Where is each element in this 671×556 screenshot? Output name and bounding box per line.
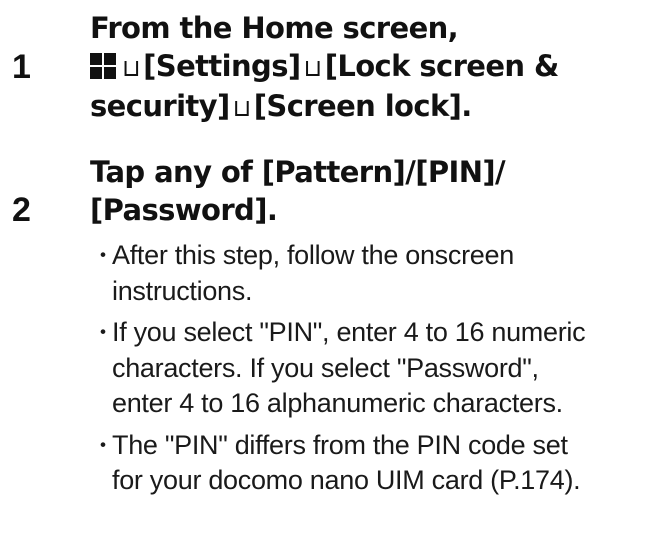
note-line: If you select "PIN", enter 4 to 16 numer… bbox=[112, 317, 586, 347]
menu-arrow-icon: ⊔ bbox=[122, 54, 141, 82]
note-line: The "PIN" differs from the PIN code set bbox=[112, 429, 568, 460]
menu-item-screen-lock: [Screen lock]. bbox=[253, 89, 473, 123]
instruction-line: [Password]. bbox=[90, 193, 278, 227]
instruction-line: ⊔ [Settings] ⊔ [Lock screen & bbox=[90, 47, 665, 87]
note-line: characters. If you select "Password", bbox=[112, 352, 539, 383]
menu-arrow-icon: ⊔ bbox=[303, 54, 323, 82]
instruction-line: Tap any of [Pattern]/[PIN]/ bbox=[90, 155, 506, 189]
menu-arrow-icon: ⊔ bbox=[232, 94, 252, 122]
menu-item-security: security] bbox=[90, 89, 230, 123]
instruction-line: security] ⊔ [Screen lock]. bbox=[90, 87, 665, 127]
step-instruction: Tap any of [Pattern]/[PIN]/ [Password]. bbox=[90, 153, 665, 229]
step-instruction: From the Home screen, ⊔ [Settings] ⊔ [Lock … bbox=[90, 9, 665, 127]
bullet-icon: ・ bbox=[92, 320, 114, 345]
bullet-icon: ・ bbox=[92, 243, 114, 268]
note-item: ・ After this step, follow the onscreen i… bbox=[92, 238, 671, 309]
note-item: ・ The "PIN" differs from the PIN code se… bbox=[92, 428, 671, 499]
step-number: 2 bbox=[12, 191, 31, 229]
note-line: for your docomo nano UIM card (P.174). bbox=[112, 465, 581, 495]
note-item: ・ If you select "PIN", enter 4 to 16 num… bbox=[92, 315, 671, 422]
note-line: instructions. bbox=[112, 275, 253, 306]
note-line: enter 4 to 16 alphanumeric characters. bbox=[112, 388, 563, 418]
bullet-icon: ・ bbox=[92, 432, 114, 458]
menu-item-lock-screen: [Lock screen & bbox=[324, 49, 560, 83]
step-number: 1 bbox=[12, 48, 31, 86]
note-line: After this step, follow the onscreen bbox=[112, 240, 514, 270]
menu-item-settings: [Settings] bbox=[143, 49, 301, 83]
note-list: ・ After this step, follow the onscreen i… bbox=[92, 238, 671, 505]
instruction-line: From the Home screen, bbox=[90, 11, 459, 45]
apps-grid-icon bbox=[90, 53, 116, 79]
